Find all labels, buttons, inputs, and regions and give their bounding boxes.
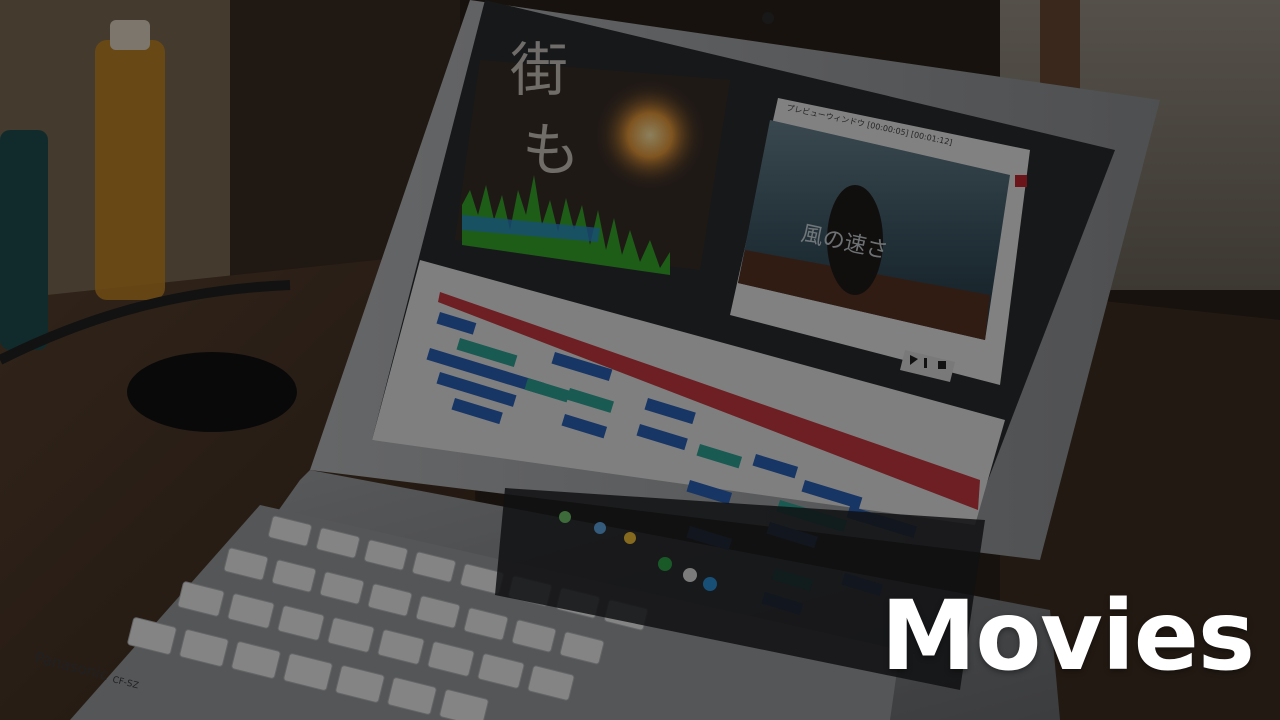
page-title: Movies	[880, 580, 1255, 692]
